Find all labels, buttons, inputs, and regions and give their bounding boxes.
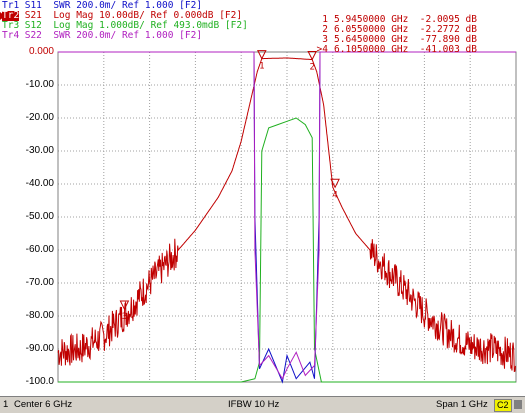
- y-tick-label: -70.00: [25, 277, 54, 288]
- marker-label: 2: [309, 63, 314, 73]
- y-tick-label: -50.00: [25, 211, 54, 222]
- span-setting[interactable]: Span 1 GHz: [436, 397, 488, 412]
- channel-badge[interactable]: C2: [494, 399, 512, 412]
- vna-screen: 1234 Tr1 S11 SWR 200.0m/ Ref 1.000 [F2] …: [0, 0, 525, 413]
- y-tick-label: 0.000: [28, 46, 54, 57]
- marker-label: 1: [259, 62, 264, 72]
- markers: 1 2 3 4: [119, 50, 340, 322]
- marker-readout-num: >4: [316, 44, 328, 55]
- y-tick-label: -60.00: [25, 244, 54, 255]
- y-tick-label: -20.00: [25, 112, 54, 123]
- y-tick-label: -10.00: [25, 79, 54, 90]
- y-tick-label: -90.00: [25, 343, 54, 354]
- trace-4-desc: S22 SWR 200.0m/ Ref 1.000 [F2]: [24, 30, 203, 41]
- marker-readout-value: 6.1050000 GHz -41.003 dB: [334, 44, 477, 55]
- marker-label: 4: [332, 190, 337, 200]
- window-icon: [514, 400, 522, 409]
- marker-label: 3: [122, 312, 127, 322]
- y-tick-label: -30.00: [25, 145, 54, 156]
- trace-4-id: Tr4: [2, 30, 20, 41]
- plot-area[interactable]: 1 2 3 4: [0, 0, 525, 396]
- ifbw-setting[interactable]: IFBW 10 Hz: [228, 397, 279, 412]
- channel-number[interactable]: 1: [3, 397, 8, 412]
- trace-4-label[interactable]: Tr4 S22 SWR 200.0m/ Ref 1.000 [F2]: [2, 31, 202, 41]
- y-tick-label: -100.0: [25, 376, 54, 387]
- y-tick-label: -80.00: [25, 310, 54, 321]
- y-tick-label: -40.00: [25, 178, 54, 189]
- status-bar: 1 Center 6 GHz IFBW 10 Hz Span 1 GHz C2: [0, 396, 525, 413]
- marker-readout-4: >4 6.1050000 GHz -41.003 dB: [306, 45, 477, 55]
- center-frequency[interactable]: Center 6 GHz: [14, 397, 72, 412]
